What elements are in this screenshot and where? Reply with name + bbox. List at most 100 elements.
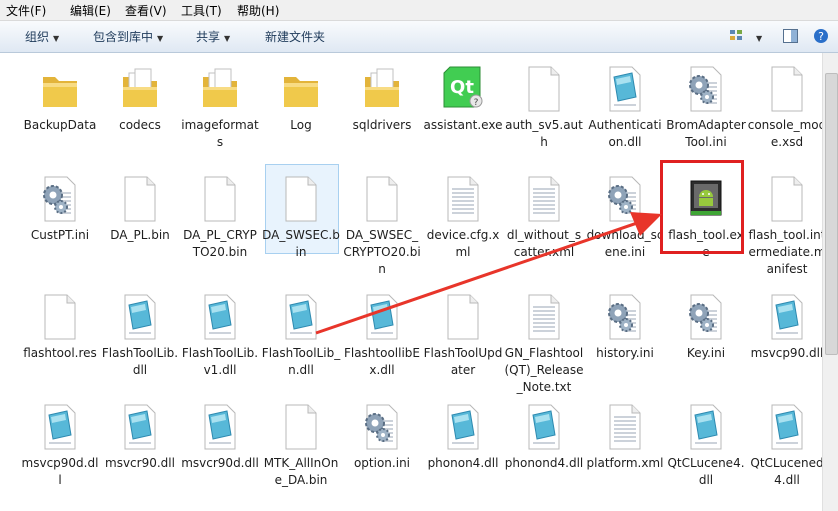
folder-docs-icon [361,63,403,113]
file-name-label: flashtool.res [23,346,97,360]
scrollbar-thumb[interactable] [825,73,838,355]
file-name-label: BackupData [23,118,97,132]
organize-label: 组织 [25,30,50,44]
share-button[interactable]: 共享 ▼ [196,28,230,45]
vertical-scrollbar[interactable] [822,53,838,511]
file-name-label: GN_Flashtool(QT)_Release_Note.txt [504,346,584,394]
file-name-label: BromAdapterTool.ini [666,118,746,149]
highlight-box [660,160,744,254]
file-name-label: QtCLucene4.dll [667,456,745,487]
file-name-label: Key.ini [686,346,726,360]
file-name-label: dl_without_scatter.xml [506,228,582,259]
file-name-label: assistant.exe [423,118,503,132]
file-name-label: DA_PL_CRYPTO20.bin [183,228,257,259]
text-file-icon [442,173,484,223]
menu-help[interactable]: 帮助(H) [237,2,279,19]
chevron-down-icon: ▼ [53,34,60,43]
ini-gear-icon [604,291,646,341]
change-view-button[interactable] [728,27,748,45]
dll-icon [523,401,565,451]
file-name-label: FlashToolLib.dll [101,346,179,377]
blank-file-icon [442,291,484,341]
folder-icon [280,63,322,113]
file-name-label: DA_SWSEC.bin [262,228,340,259]
file-name-label: auth_sv5.auth [505,118,583,149]
file-name-label: Log [290,118,312,132]
menu-view[interactable]: 查看(V) [125,2,167,19]
file-name-label: console_mode.xsd [747,118,827,149]
text-file-icon [523,291,565,341]
blank-file-icon [199,173,241,223]
text-file-icon [604,401,646,451]
menu-edit[interactable]: 编辑(E) [70,2,111,19]
ini-gear-icon [604,173,646,223]
chevron-down-icon: ▼ [224,34,231,43]
file-name-label: codecs [119,118,161,132]
file-name-label: DA_SWSEC_CRYPTO20.bin [343,228,421,276]
file-name-label: device.cfg.xml [426,228,500,259]
dll-icon [361,291,403,341]
svg-text:Qt: Qt [450,77,474,98]
file-list-pane[interactable]: BackupData codecs imageformats Log sqldriver… [0,53,826,511]
file-name-label: option.ini [353,456,411,470]
ini-gear-icon [685,63,727,113]
qt-app-icon: Qt? [442,63,484,113]
file-name-label: FlashToolLib.v1.dll [181,346,259,377]
organize-button[interactable]: 组织 ▼ [25,28,59,45]
blank-file-icon [39,291,81,341]
file-name-label: msvcr90.dll [105,456,175,470]
preview-pane-button[interactable] [781,27,801,45]
view-options-icon [730,30,742,40]
preview-pane-icon [783,29,798,43]
ini-gear-icon [685,291,727,341]
file-name-label: phonond4.dll [504,456,584,470]
text-file-icon [523,173,565,223]
include-in-library-label: 包含到库中 [93,30,154,44]
folder-docs-icon [119,63,161,113]
blank-file-icon [523,63,565,113]
file-name-label: msvcp90d.dll [21,456,99,487]
menu-file[interactable]: 文件(F) [6,2,46,19]
ini-gear-icon [361,401,403,451]
command-bar: 组织 ▼ 包含到库中 ▼ 共享 ▼ 新建文件夹 ▼ ? [0,21,838,53]
file-name-label: MTK_AllInOne_DA.bin [263,456,339,487]
file-name-label: msvcp90.dll [750,346,824,360]
new-folder-button[interactable]: 新建文件夹 [265,28,325,45]
include-in-library-button[interactable]: 包含到库中 ▼ [93,28,163,45]
dll-icon [39,401,81,451]
blank-file-icon [280,173,322,223]
dll-icon [604,63,646,113]
menu-tools[interactable]: 工具(T) [181,2,222,19]
svg-text:?: ? [818,30,824,43]
file-name-label: sqldrivers [352,118,412,132]
svg-text:?: ? [474,98,479,108]
blank-file-icon [766,173,808,223]
file-name-label: platform.xml [586,456,664,470]
menu-bar: 文件(F) 编辑(E) 查看(V) 工具(T) 帮助(H) [0,0,838,21]
help-button[interactable]: ? [812,27,832,45]
dll-icon [119,401,161,451]
chevron-down-icon: ▼ [157,34,164,43]
dll-icon [280,291,322,341]
folder-icon [39,63,81,113]
file-name-label: download_scene.ini [586,228,664,259]
dll-icon [119,291,161,341]
file-name-label: QtCLucened4.dll [750,456,824,487]
share-label: 共享 [196,30,221,44]
dll-icon [199,291,241,341]
file-name-label: Authentication.dll [588,118,662,149]
dll-icon [766,401,808,451]
dll-icon [199,401,241,451]
file-name-label: CustPT.ini [30,228,90,242]
file-name-label: FlashToolUpdater [423,346,503,377]
dll-icon [442,401,484,451]
chevron-down-icon[interactable]: ▼ [752,30,762,44]
file-name-label: history.ini [596,346,654,360]
ini-gear-icon [39,173,81,223]
blank-file-icon [280,401,322,451]
dll-icon [685,401,727,451]
blank-file-icon [119,173,161,223]
file-name-label: flash_tool.intermediate.manifest [748,228,826,276]
blank-file-icon [361,173,403,223]
folder-docs-icon [199,63,241,113]
